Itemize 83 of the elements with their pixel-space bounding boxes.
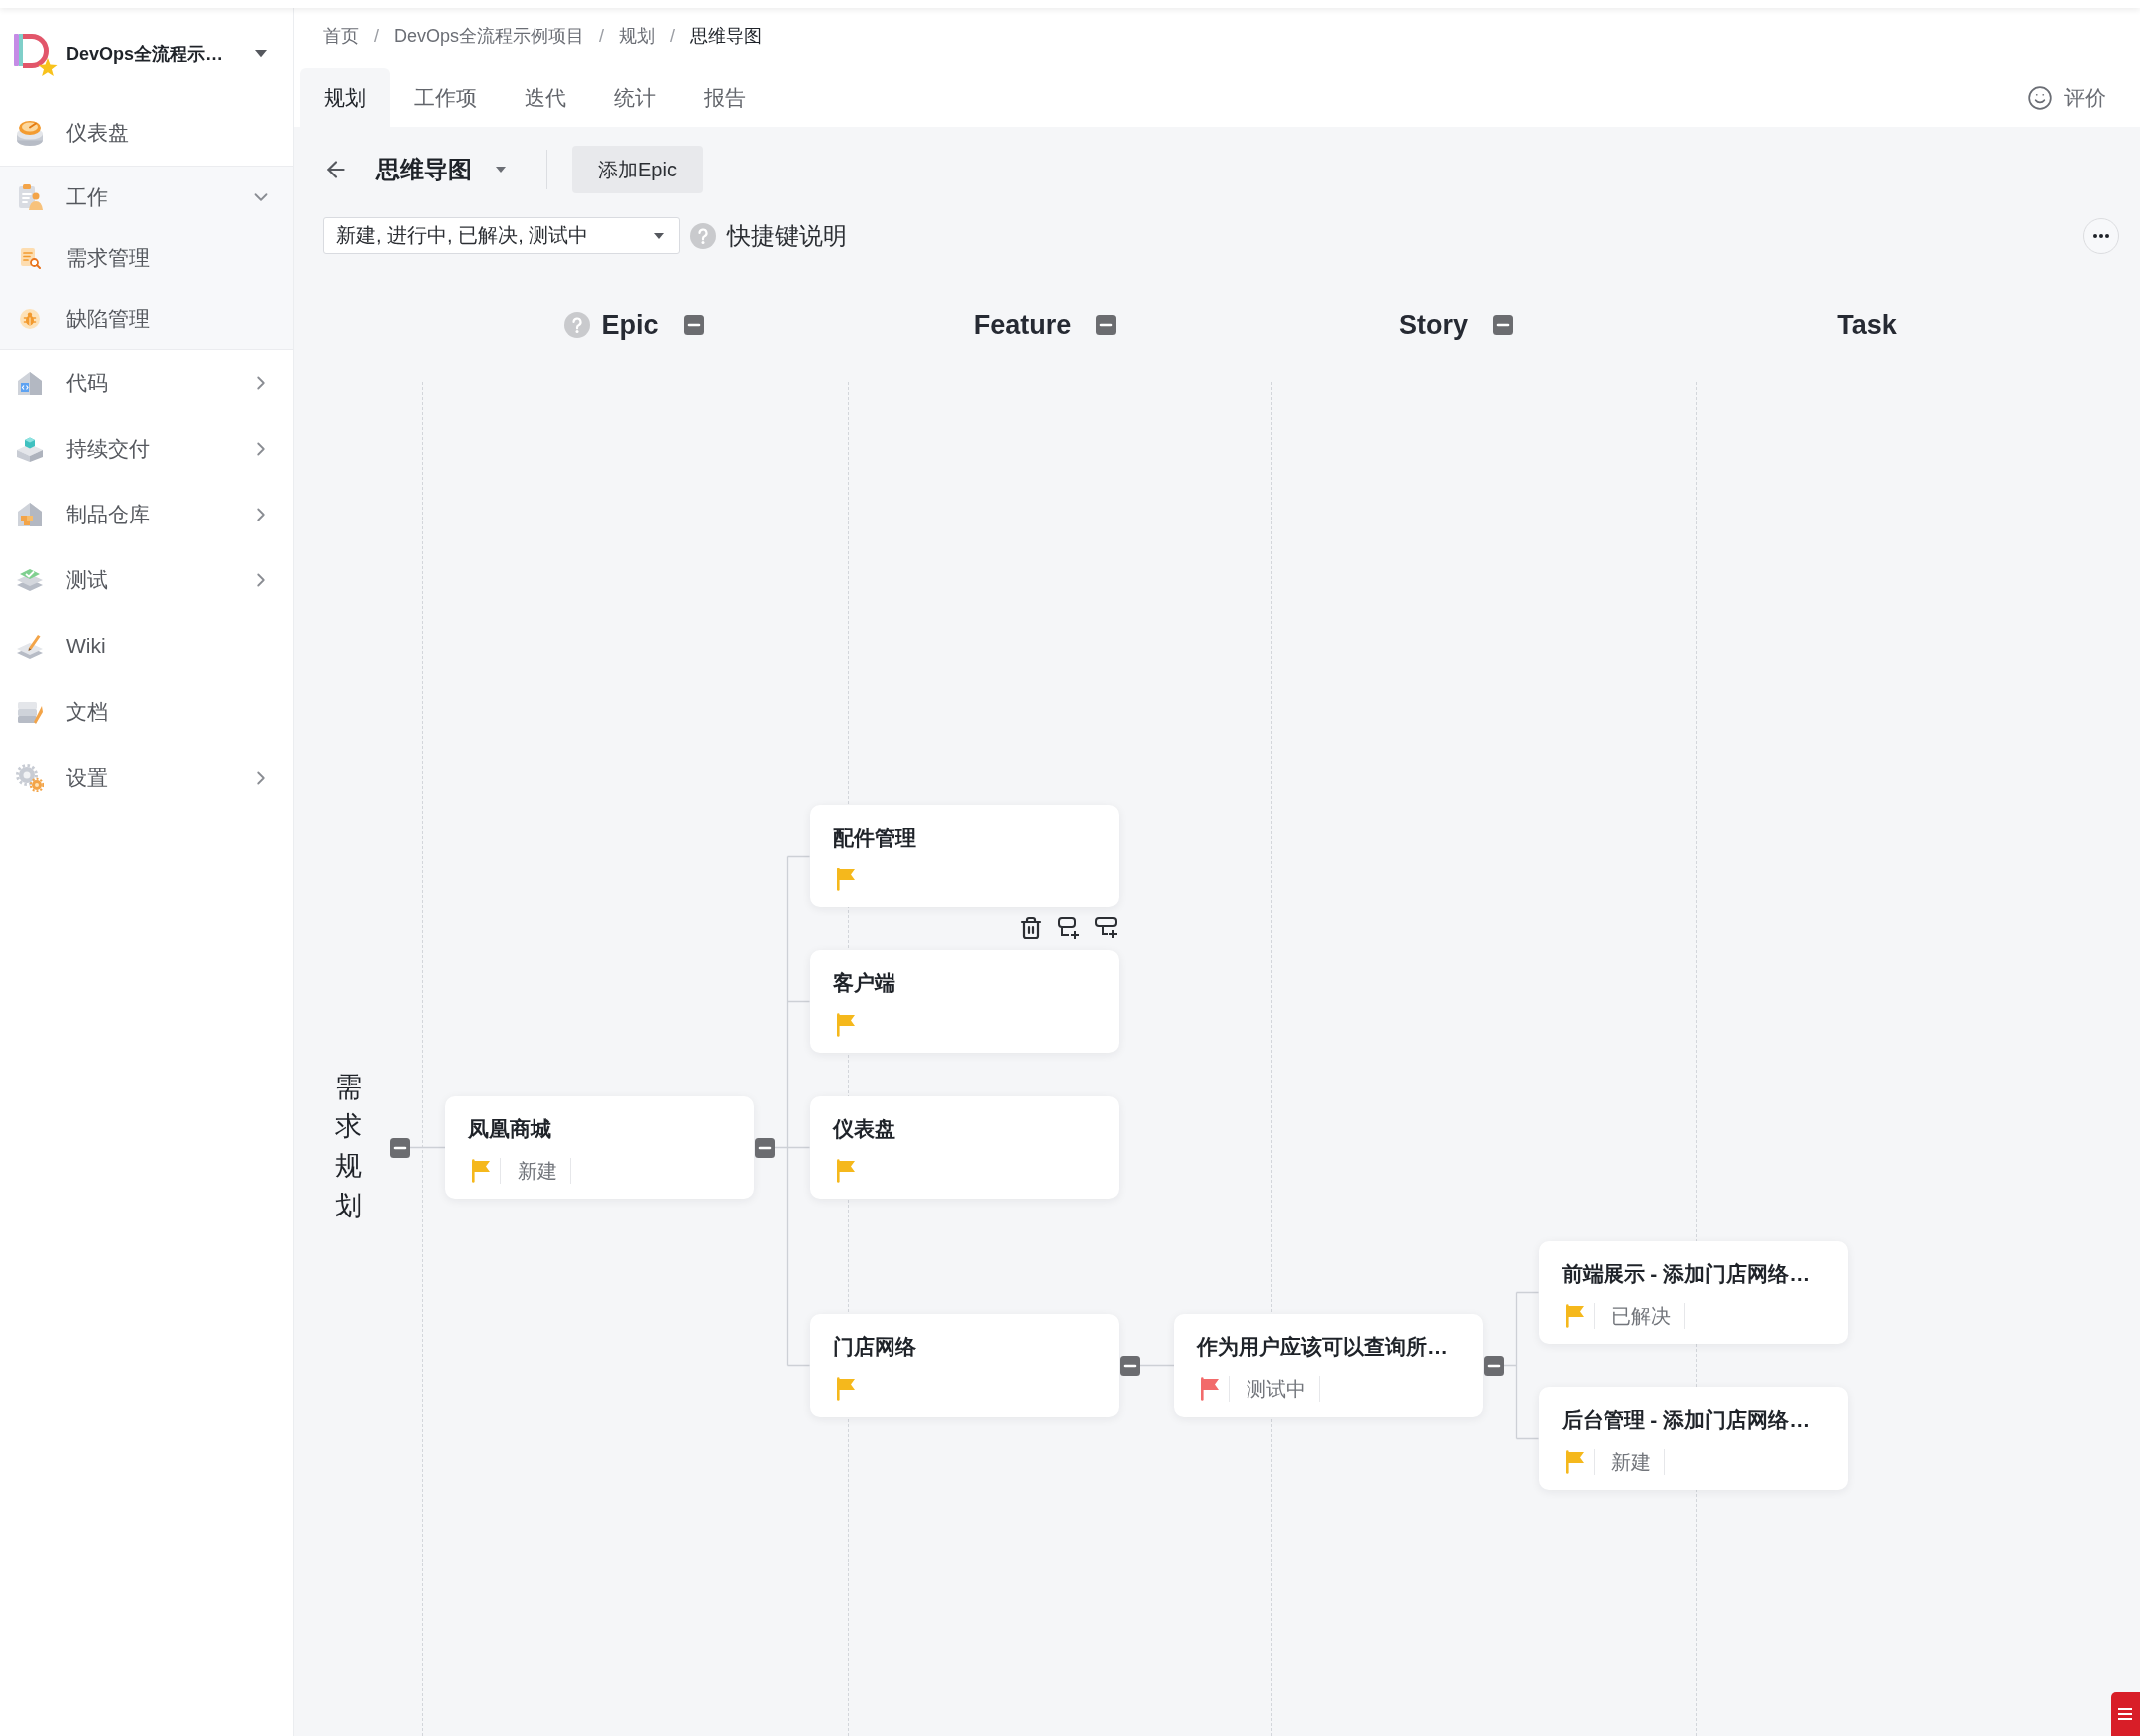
box-plus-icon[interactable] xyxy=(1056,916,1081,940)
stack-check-icon xyxy=(16,566,44,594)
minus-icon[interactable] xyxy=(1493,315,1513,335)
breadcrumb-separator: / xyxy=(374,25,379,47)
node-title: 后台管理 - 添加门店网络… xyxy=(1561,1407,1812,1433)
status-text: 新建 xyxy=(518,1158,557,1184)
node-title: 仪表盘 xyxy=(832,1116,896,1142)
connector-line xyxy=(1138,1364,1175,1367)
breadcrumb-link[interactable]: 首页 xyxy=(323,24,359,48)
nav-item[interactable]: 文档 xyxy=(0,679,293,745)
minus-icon[interactable] xyxy=(390,1137,410,1158)
nav-item[interactable]: 需求管理 xyxy=(0,227,293,288)
breadcrumb-current: 思维导图 xyxy=(690,25,763,48)
view-dropdown[interactable]: 思维导图 xyxy=(376,154,506,185)
tab[interactable]: 迭代 xyxy=(501,68,590,127)
column-header: Task xyxy=(1837,309,1897,341)
nav-item[interactable]: 制品仓库 xyxy=(0,482,293,547)
nav-item[interactable]: 代码 xyxy=(0,350,293,416)
project-name[interactable]: DevOps全流程示… xyxy=(66,42,248,66)
pencil-paper-icon xyxy=(16,632,44,660)
nav-item[interactable]: 仪表盘 xyxy=(0,100,293,166)
gears-icon xyxy=(16,764,44,792)
document-search-icon xyxy=(19,246,41,269)
minus-icon[interactable] xyxy=(1484,1355,1504,1376)
warehouse-icon xyxy=(16,501,44,528)
nav-item[interactable]: 测试 xyxy=(0,547,293,613)
minus-icon[interactable] xyxy=(1119,1355,1140,1376)
nav-item[interactable]: Wiki xyxy=(0,613,293,679)
nav-item[interactable]: 持续交付 xyxy=(0,416,293,482)
caret-icon xyxy=(255,50,267,58)
column-header: Story xyxy=(1399,309,1468,341)
tab[interactable]: 报告 xyxy=(680,68,770,127)
node-title: 作为用户应该可以查询所… xyxy=(1197,1334,1449,1360)
tab[interactable]: 规划 xyxy=(300,68,390,127)
node-title: 门店网络 xyxy=(832,1334,917,1360)
tab[interactable]: 工作项 xyxy=(390,68,501,127)
breadcrumb-link[interactable]: DevOps全流程示例项目 xyxy=(394,24,585,48)
node-title: 凤凰商城 xyxy=(468,1116,552,1142)
add-epic-button[interactable]: 添加Epic xyxy=(572,146,703,193)
smiley-icon xyxy=(2027,84,2053,111)
node-card[interactable]: 客户端 xyxy=(809,950,1119,1053)
floating-tab[interactable] xyxy=(2111,1692,2140,1736)
dial-icon xyxy=(16,119,44,147)
status-text: 测试中 xyxy=(1247,1376,1306,1402)
status-text: 新建 xyxy=(1610,1449,1651,1475)
nav-item[interactable]: 缺陷管理 xyxy=(0,288,293,349)
box-cube-icon xyxy=(16,435,44,463)
feedback-button[interactable]: 评价 xyxy=(2027,68,2106,127)
lines-icon xyxy=(2117,1706,2133,1722)
root-node-label: 需求规划 xyxy=(334,1070,362,1223)
status-filter-select[interactable]: 新建, 进行中, 已解决, 测试中 xyxy=(323,217,680,254)
column-header: Feature xyxy=(973,309,1072,341)
node-title: 客户端 xyxy=(832,970,896,996)
nav-item[interactable]: 设置 xyxy=(0,745,293,811)
node-card[interactable]: 配件管理 xyxy=(809,805,1119,907)
node-title: 配件管理 xyxy=(832,825,917,851)
code-house-icon xyxy=(16,369,44,397)
breadcrumb-link[interactable]: 规划 xyxy=(619,24,656,48)
minus-icon[interactable] xyxy=(755,1137,775,1158)
more-icon xyxy=(2093,233,2109,238)
caret-icon xyxy=(654,232,664,239)
breadcrumb-separator: / xyxy=(599,25,605,47)
bug-icon xyxy=(19,307,41,330)
minus-icon[interactable] xyxy=(1096,315,1117,335)
breadcrumb-separator: / xyxy=(670,25,676,47)
shortcut-help-link[interactable]: 快捷键说明 xyxy=(727,219,847,252)
node-card[interactable]: 仪表盘 xyxy=(809,1096,1119,1199)
box-branch-icon[interactable] xyxy=(1094,916,1119,940)
node-card[interactable]: 前端展示 - 添加门店网络… 已解决 xyxy=(1538,1241,1848,1344)
minus-icon[interactable] xyxy=(683,315,704,335)
node-card[interactable]: 作为用户应该可以查询所… 测试中 xyxy=(1174,1314,1483,1417)
column-header: Epic xyxy=(601,309,659,341)
caret-icon xyxy=(496,167,506,173)
node-card[interactable]: 凤凰商城 新建 xyxy=(445,1096,754,1199)
status-text: 已解决 xyxy=(1610,1303,1671,1329)
node-card[interactable]: 门店网络 xyxy=(809,1314,1119,1417)
clipboard-person-icon xyxy=(16,182,44,211)
trash-icon[interactable] xyxy=(1018,916,1043,940)
node-card[interactable]: 后台管理 - 添加门店网络… 新建 xyxy=(1538,1387,1848,1490)
tab[interactable]: 统计 xyxy=(590,68,680,127)
node-title: 前端展示 - 添加门店网络… xyxy=(1561,1261,1812,1287)
nav-item[interactable]: 工作 xyxy=(0,167,293,227)
more-button[interactable] xyxy=(2083,217,2119,254)
